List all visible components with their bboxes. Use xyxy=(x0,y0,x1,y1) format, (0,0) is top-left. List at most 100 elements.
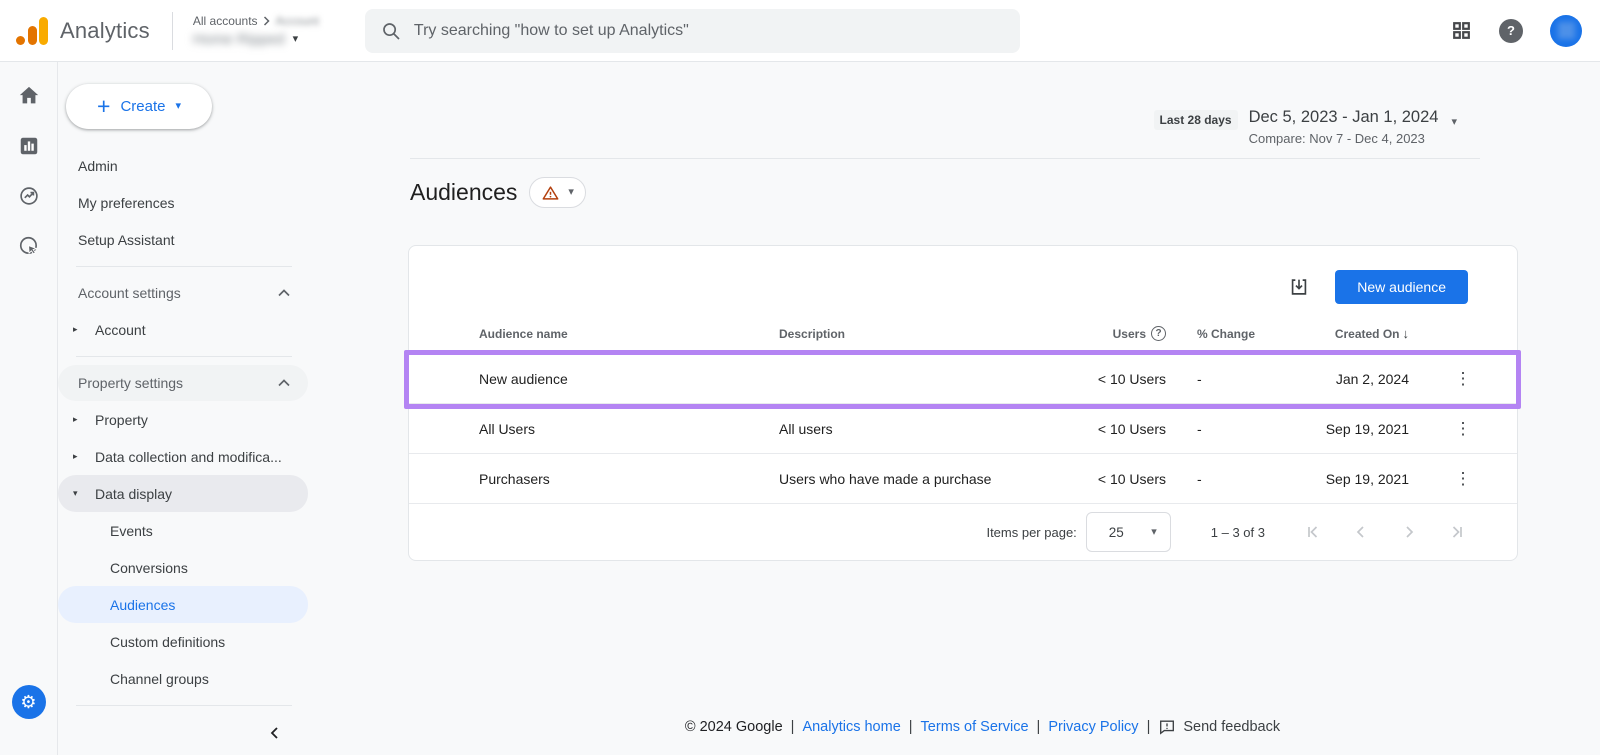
reports-icon[interactable] xyxy=(17,134,41,158)
row-kebab-menu-icon[interactable]: ⋮ xyxy=(1449,370,1478,387)
cell-audience-name[interactable]: All Users xyxy=(479,421,779,437)
sidebar-item-channel-groups[interactable]: Channel groups xyxy=(58,660,308,697)
chevron-right-icon xyxy=(263,16,271,26)
table-row[interactable]: Purchasers Users who have made a purchas… xyxy=(409,454,1517,504)
pagination-range-label: 1 – 3 of 3 xyxy=(1211,525,1265,540)
sidebar-item-data-collection[interactable]: ▸ Data collection and modifica... xyxy=(58,438,308,475)
home-icon[interactable] xyxy=(17,84,41,108)
cell-change: - xyxy=(1166,421,1291,437)
cell-description: All users xyxy=(779,421,1071,437)
sidebar-item-data-display[interactable]: ▾ Data display xyxy=(58,475,308,512)
terms-of-service-link[interactable]: Terms of Service xyxy=(921,719,1029,735)
chevron-up-icon xyxy=(278,379,290,387)
new-audience-button[interactable]: New audience xyxy=(1335,270,1468,304)
chevron-down-icon: ▾ xyxy=(293,34,299,45)
top-app-bar: Analytics All accounts Account Home Ripp… xyxy=(0,0,1600,62)
page-footer: © 2024 Google | Analytics home | Terms o… xyxy=(365,718,1600,736)
account-name-redacted: Account xyxy=(276,14,319,28)
sidebar-item-conversions[interactable]: Conversions xyxy=(58,549,308,586)
cell-audience-name[interactable]: Purchasers xyxy=(479,471,779,487)
col-header-audience-name[interactable]: Audience name xyxy=(479,327,779,341)
admin-settings-nav[interactable]: ⚙ xyxy=(12,685,46,719)
chevron-down-icon: ▾ xyxy=(568,187,574,198)
privacy-policy-link[interactable]: Privacy Policy xyxy=(1048,719,1138,735)
copyright-text: © 2024 Google xyxy=(685,719,783,735)
col-header-created-on[interactable]: Created On xyxy=(1335,327,1400,341)
previous-page-icon[interactable] xyxy=(1351,522,1371,542)
row-kebab-menu-icon[interactable]: ⋮ xyxy=(1449,420,1478,437)
search-icon xyxy=(381,21,401,41)
cell-users: < 10 Users xyxy=(1071,371,1166,387)
col-header-description[interactable]: Description xyxy=(779,327,1071,341)
sidebar-item-audiences[interactable]: Audiences xyxy=(58,586,308,623)
cell-change: - xyxy=(1166,471,1291,487)
property-name-redacted: Home Ripped xyxy=(193,31,285,48)
main-content: Last 28 days Dec 5, 2023 - Jan 1, 2024 C… xyxy=(365,62,1600,755)
import-audiences-icon[interactable] xyxy=(1288,276,1310,298)
send-feedback-button[interactable]: Send feedback xyxy=(1158,718,1280,736)
col-header-users[interactable]: Users xyxy=(1113,327,1146,341)
sidebar-item-my-preferences[interactable]: My preferences xyxy=(58,184,308,221)
first-page-icon[interactable] xyxy=(1303,522,1323,542)
sidebar-item-account[interactable]: ▸ Account xyxy=(58,311,308,348)
sidebar-item-property[interactable]: ▸ Property xyxy=(58,401,308,438)
last-page-icon[interactable] xyxy=(1447,522,1467,542)
cell-audience-name[interactable]: New audience xyxy=(479,371,779,387)
users-help-icon[interactable]: ? xyxy=(1151,326,1166,341)
expand-right-icon: ▸ xyxy=(73,414,81,425)
expand-right-icon: ▸ xyxy=(73,451,81,462)
audiences-table-card: New audience Audience name Description U… xyxy=(408,245,1518,561)
date-preset-badge: Last 28 days xyxy=(1154,110,1238,130)
expand-right-icon: ▸ xyxy=(73,324,81,335)
sidebar-divider xyxy=(76,356,292,357)
explore-icon[interactable] xyxy=(17,184,41,208)
warning-dropdown-button[interactable]: ▾ xyxy=(529,177,586,208)
admin-sidebar: + Create ▾ Admin My preferences Setup As… xyxy=(58,62,365,755)
page-title: Audiences xyxy=(410,179,517,206)
sidebar-item-events[interactable]: Events xyxy=(58,512,308,549)
chevron-down-icon: ▾ xyxy=(175,101,181,112)
create-button[interactable]: + Create ▾ xyxy=(66,84,212,129)
cell-users: < 10 Users xyxy=(1071,471,1166,487)
sidebar-item-admin[interactable]: Admin xyxy=(58,147,308,184)
chevron-down-icon[interactable]: ▾ xyxy=(1451,117,1457,128)
sort-descending-icon[interactable]: ↓ xyxy=(1403,326,1410,341)
sidebar-item-setup-assistant[interactable]: Setup Assistant xyxy=(58,221,308,258)
col-header-change[interactable]: % Change xyxy=(1166,327,1291,341)
items-per-page-select[interactable]: 25 ▾ xyxy=(1086,512,1171,552)
sidebar-divider xyxy=(76,266,292,267)
chevron-down-icon: ▾ xyxy=(1151,527,1157,538)
avatar[interactable] xyxy=(1550,15,1582,47)
feedback-bubble-icon xyxy=(1158,718,1176,736)
collapse-sidebar-icon[interactable] xyxy=(268,726,282,740)
sidebar-item-custom-definitions[interactable]: Custom definitions xyxy=(58,623,308,660)
analytics-logo-icon[interactable] xyxy=(16,17,48,45)
analytics-home-link[interactable]: Analytics home xyxy=(802,719,900,735)
plus-icon: + xyxy=(97,95,110,118)
chevron-up-icon xyxy=(278,289,290,297)
section-account-settings[interactable]: Account settings xyxy=(58,275,308,311)
nav-rail: ⚙ xyxy=(0,62,58,755)
header-divider xyxy=(410,158,1480,159)
apps-grid-icon[interactable] xyxy=(1451,20,1472,41)
cell-created-on: Jan 2, 2024 xyxy=(1291,371,1409,387)
cell-created-on: Sep 19, 2021 xyxy=(1291,471,1409,487)
gear-icon[interactable]: ⚙ xyxy=(12,685,46,719)
breadcrumb[interactable]: All accounts xyxy=(193,14,258,28)
table-row[interactable]: New audience < 10 Users - Jan 2, 2024 ⋮ xyxy=(409,354,1517,404)
brand-title: Analytics xyxy=(60,18,150,44)
expand-down-icon: ▾ xyxy=(73,488,81,499)
table-header-row: Audience name Description Users ? % Chan… xyxy=(409,314,1517,354)
search-bar[interactable] xyxy=(365,9,1020,53)
advertising-icon[interactable] xyxy=(17,234,41,258)
date-range-picker[interactable]: Dec 5, 2023 - Jan 1, 2024 Compare: Nov 7… xyxy=(1249,108,1439,146)
search-input[interactable] xyxy=(414,22,1004,40)
items-per-page-label: Items per page: xyxy=(986,525,1076,540)
section-property-settings[interactable]: Property settings xyxy=(58,365,308,401)
account-property-switcher[interactable]: All accounts Account Home Ripped ▾ xyxy=(193,14,319,48)
row-kebab-menu-icon[interactable]: ⋮ xyxy=(1449,470,1478,487)
next-page-icon[interactable] xyxy=(1399,522,1419,542)
help-icon[interactable]: ? xyxy=(1499,19,1523,43)
cell-users: < 10 Users xyxy=(1071,421,1166,437)
table-row[interactable]: All Users All users < 10 Users - Sep 19,… xyxy=(409,404,1517,454)
